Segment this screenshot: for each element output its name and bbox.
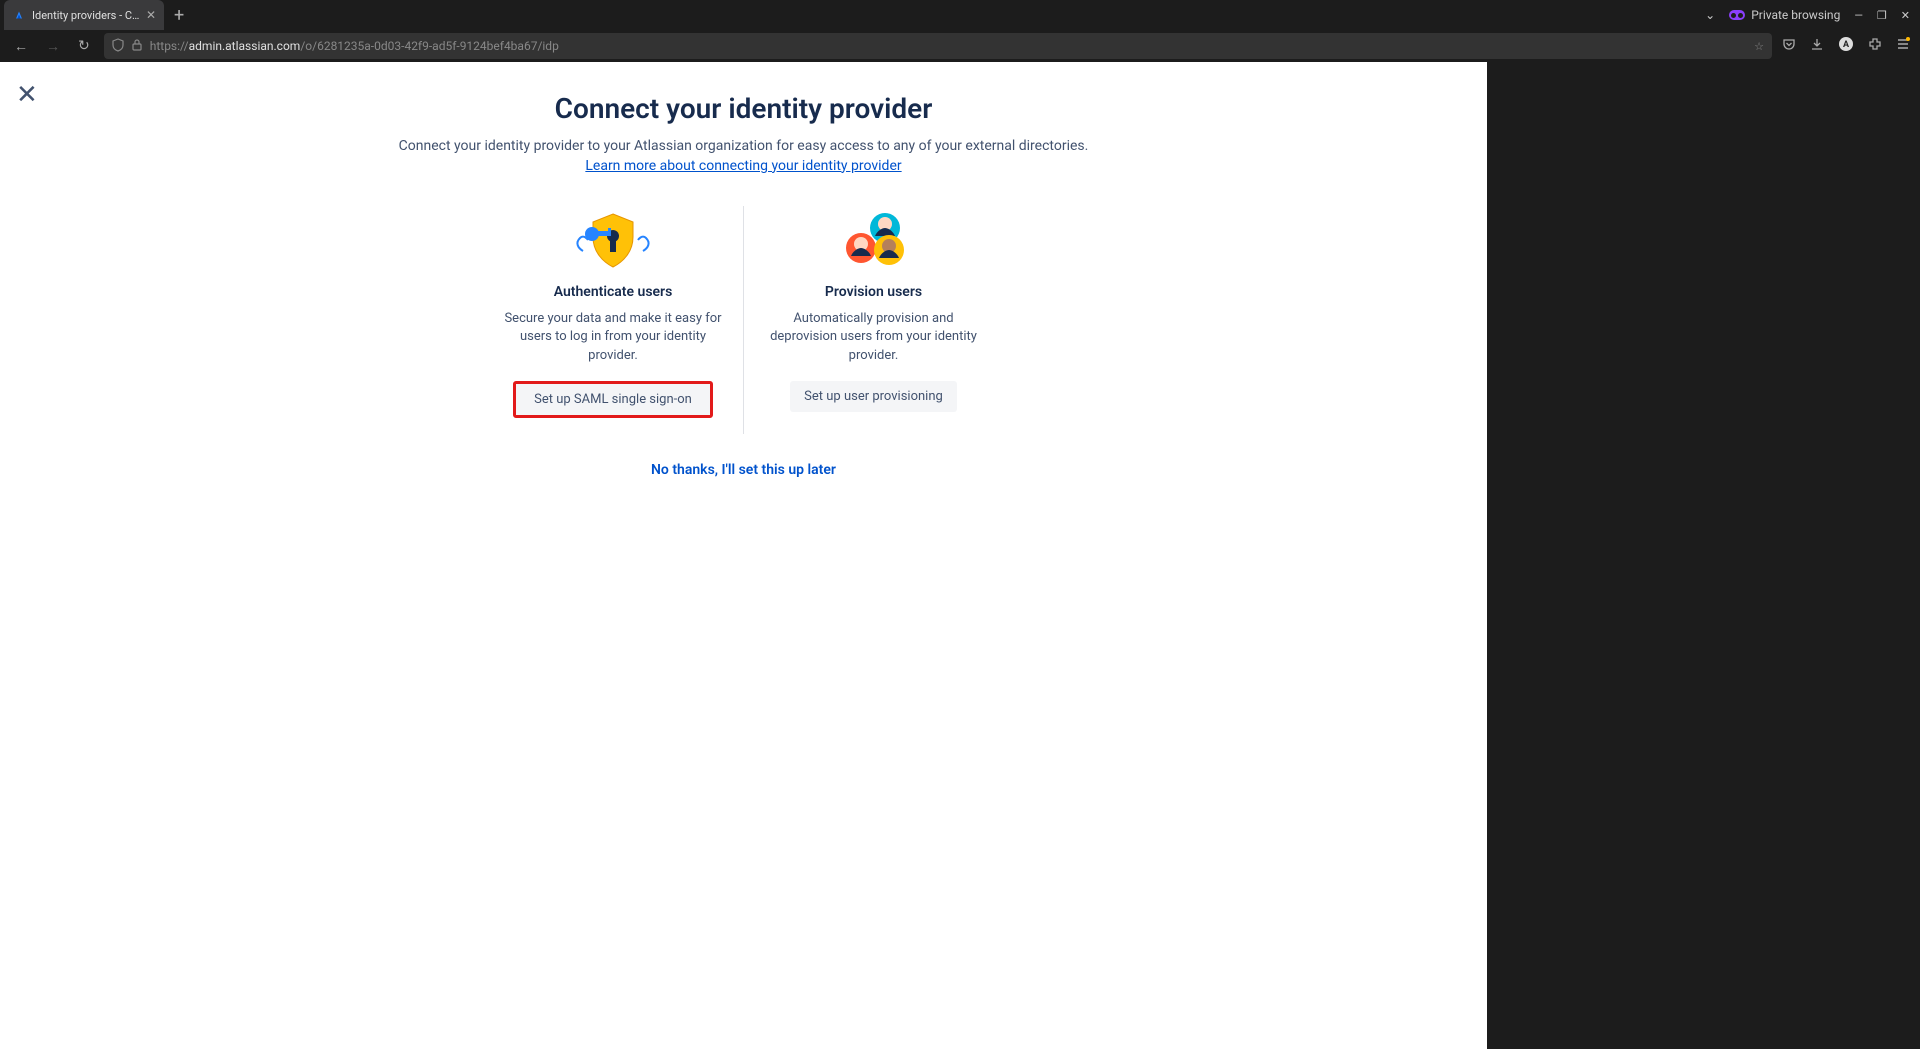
svg-text:A: A: [1843, 40, 1850, 50]
content-wrapper: Connect your identity provider Connect y…: [384, 62, 1104, 478]
browser-chrome: Identity providers - Clem ✕ + ⌄ Private …: [0, 0, 1920, 62]
page-content: ✕ Connect your identity provider Connect…: [0, 62, 1487, 1049]
authenticate-desc: Secure your data and make it easy for us…: [500, 310, 727, 365]
authenticate-title: Authenticate users: [554, 284, 673, 300]
menu-icon[interactable]: [1896, 37, 1910, 55]
window-controls: — ❐ ✕: [1854, 9, 1910, 22]
account-icon[interactable]: A: [1838, 36, 1854, 56]
provision-card: Provision users Automatically provision …: [744, 206, 1004, 434]
nav-reload-button[interactable]: ↻: [74, 36, 94, 56]
url-bar[interactable]: https://admin.atlassian.com/o/6281235a-0…: [104, 33, 1772, 59]
tabs-dropdown-icon[interactable]: ⌄: [1705, 8, 1715, 22]
learn-more-link[interactable]: Learn more about connecting your identit…: [585, 158, 901, 174]
extensions-icon[interactable]: [1868, 37, 1882, 55]
skip-link[interactable]: No thanks, I'll set this up later: [384, 462, 1104, 478]
toolbar-right: A: [1782, 36, 1910, 56]
mask-icon: [1729, 10, 1745, 20]
nav-bar: ← → ↻ https://admin.atlassian.com/o/6281…: [0, 30, 1920, 62]
private-browsing-badge: Private browsing: [1729, 8, 1840, 22]
authenticate-card: Authenticate users Secure your data and …: [484, 206, 744, 434]
lock-icon[interactable]: [132, 39, 142, 54]
close-window-button[interactable]: ✕: [1901, 9, 1910, 22]
page-title: Connect your identity provider: [384, 92, 1104, 125]
minimize-button[interactable]: —: [1854, 9, 1863, 22]
new-tab-button[interactable]: +: [164, 5, 194, 26]
page-subtext: Connect your identity provider to your A…: [384, 137, 1104, 176]
nav-forward-button[interactable]: →: [42, 36, 64, 57]
bookmark-star-icon[interactable]: ☆: [1754, 40, 1764, 53]
url-text: https://admin.atlassian.com/o/6281235a-0…: [150, 39, 1746, 53]
options-row: Authenticate users Secure your data and …: [384, 206, 1104, 434]
private-label: Private browsing: [1751, 8, 1840, 22]
provision-title: Provision users: [825, 284, 922, 300]
tab-bar: Identity providers - Clem ✕ + ⌄ Private …: [0, 0, 1920, 30]
shield-icon[interactable]: [112, 38, 124, 55]
tab-title: Identity providers - Clem: [32, 9, 140, 22]
browser-tab[interactable]: Identity providers - Clem ✕: [4, 0, 164, 30]
pocket-icon[interactable]: [1782, 37, 1796, 55]
atlassian-favicon: [12, 8, 26, 22]
nav-back-button[interactable]: ←: [10, 36, 32, 57]
titlebar-right: ⌄ Private browsing — ❐ ✕: [1705, 8, 1920, 22]
maximize-button[interactable]: ❐: [1877, 9, 1887, 22]
provision-desc: Automatically provision and deprovision …: [760, 310, 988, 365]
downloads-icon[interactable]: [1810, 37, 1824, 55]
shield-key-illustration: [568, 206, 658, 276]
users-illustration: [829, 206, 919, 276]
tab-close-icon[interactable]: ✕: [146, 8, 156, 22]
setup-provisioning-button[interactable]: Set up user provisioning: [790, 381, 957, 412]
setup-saml-button[interactable]: Set up SAML single sign-on: [513, 381, 713, 418]
close-dialog-icon[interactable]: ✕: [16, 80, 38, 110]
